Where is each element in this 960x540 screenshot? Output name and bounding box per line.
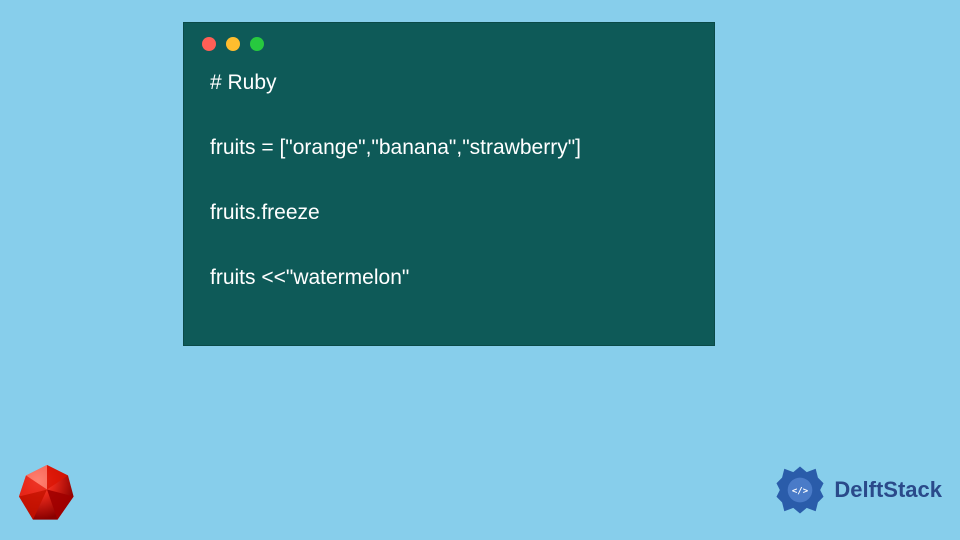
delftstack-brand-text: DelftStack <box>834 477 942 503</box>
ruby-logo-icon <box>12 458 82 528</box>
code-window: # Ruby fruits = ["orange","banana","stra… <box>183 22 715 346</box>
close-icon[interactable] <box>202 37 216 51</box>
maximize-icon[interactable] <box>250 37 264 51</box>
code-content: # Ruby fruits = ["orange","banana","stra… <box>184 57 714 315</box>
svg-text:</>: </> <box>792 486 808 496</box>
window-traffic-lights <box>184 23 714 57</box>
delftstack-logo: </> DelftStack <box>772 462 942 518</box>
delftstack-badge-icon: </> <box>772 462 828 518</box>
minimize-icon[interactable] <box>226 37 240 51</box>
